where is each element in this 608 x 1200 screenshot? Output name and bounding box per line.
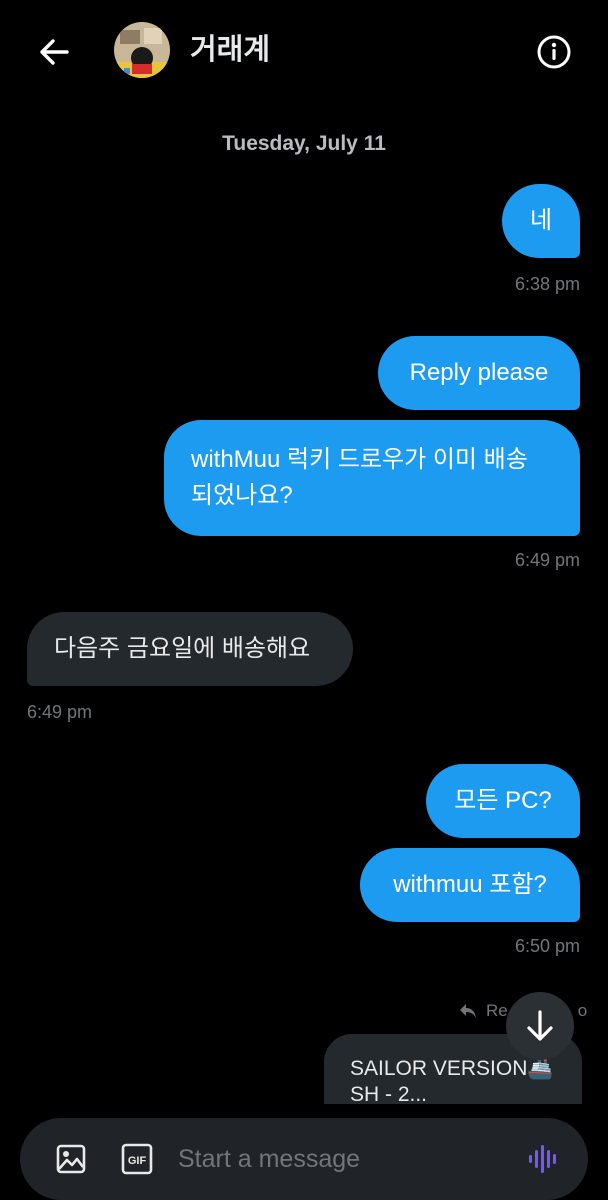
message-timestamp: 6:50 pm: [514, 936, 580, 956]
message-bubble-outgoing[interactable]: withMuu 럭키 드로우가 이미 배송 되었나요?: [164, 420, 580, 536]
reply-indicator-text-tail: o: [577, 1001, 588, 1020]
arrow-down-icon: [527, 1010, 553, 1041]
message-bubble-outgoing[interactable]: 네: [502, 184, 580, 258]
message-text: withmuu 포함?: [393, 871, 547, 898]
gif-icon: GIF: [121, 1143, 153, 1175]
image-icon: [56, 1144, 86, 1174]
scroll-to-bottom-button[interactable]: [506, 992, 574, 1060]
voice-message-button[interactable]: [524, 1142, 564, 1176]
back-button[interactable]: [32, 30, 76, 74]
reply-indicator-text: Re: [486, 1001, 508, 1020]
message-text-line: 되었나요?: [191, 482, 293, 509]
message-bubble-outgoing[interactable]: withmuu 포함?: [360, 848, 580, 922]
add-media-button[interactable]: [54, 1142, 88, 1176]
message-bubble-outgoing[interactable]: 모든 PC?: [426, 764, 580, 838]
message-input[interactable]: [178, 1138, 508, 1180]
gif-label: GIF: [128, 1155, 147, 1167]
avatar[interactable]: [114, 22, 170, 78]
conversation-header: 거래계: [0, 0, 608, 104]
avatar-image: [114, 22, 170, 78]
preview-line: SAILOR VERSION🚢: [350, 1057, 554, 1080]
info-icon: [537, 35, 571, 69]
message-text: 다음주 금요일에 배송해요: [54, 635, 311, 662]
message-text: 모든 PC?: [454, 787, 552, 814]
arrow-left-icon: [40, 39, 69, 65]
message-composer: GIF: [20, 1118, 588, 1200]
conversation-info-button[interactable]: [532, 30, 576, 74]
message-text-line: withMuu 럭키 드로우가 이미 배송: [191, 446, 528, 473]
conversation-title[interactable]: 거래계: [190, 32, 270, 68]
dm-conversation-screen: 거래계 Tuesday, July 11 네 6:38 pm Reply ple…: [0, 0, 608, 1200]
message-timestamp: 6:49 pm: [27, 702, 93, 722]
reply-arrow-icon: [460, 1004, 476, 1018]
gif-button[interactable]: GIF: [120, 1142, 154, 1176]
message-text: 네: [529, 207, 553, 234]
message-timestamp: 6:38 pm: [514, 274, 580, 294]
message-text: Reply please: [409, 359, 549, 386]
message-timestamp: 6:49 pm: [514, 550, 580, 570]
preview-line: SH - 2...: [350, 1083, 428, 1104]
date-separator: Tuesday, July 11: [222, 132, 386, 155]
message-bubble-outgoing[interactable]: Reply please: [378, 336, 580, 410]
message-bubble-incoming[interactable]: 다음주 금요일에 배송해요: [27, 612, 353, 686]
voice-waveform-icon: [529, 1145, 556, 1173]
